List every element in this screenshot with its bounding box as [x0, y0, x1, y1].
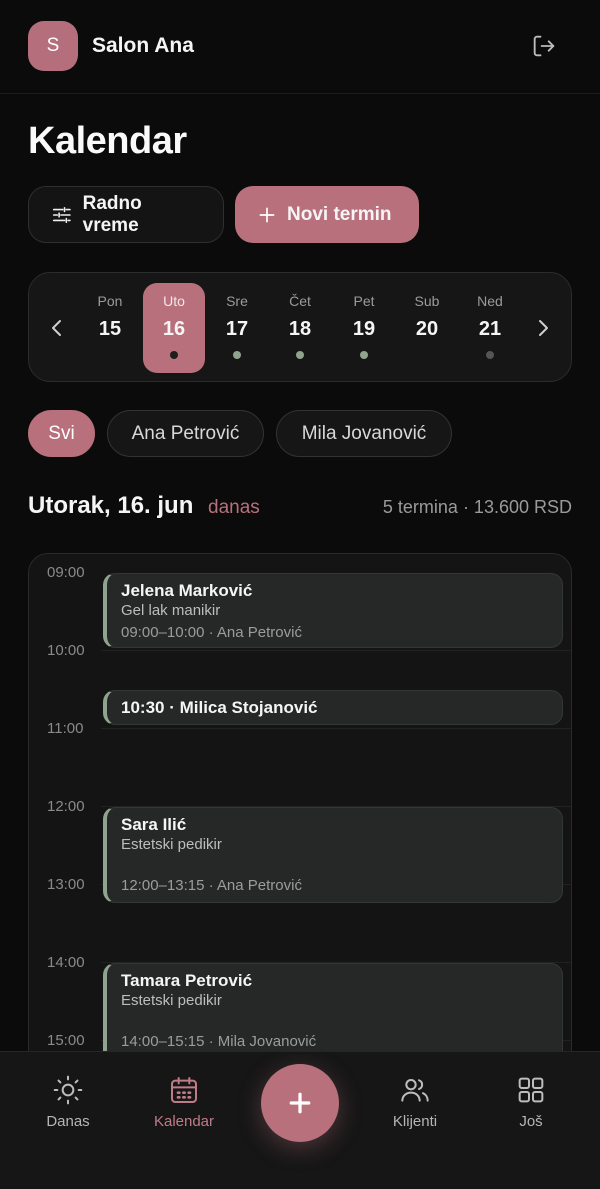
today-tag: danas [208, 497, 260, 518]
hour-label: 14:00 [47, 954, 85, 971]
appointment-card[interactable]: Sara Ilić Estetski pedikir 12:00–13:15 ·… [103, 807, 563, 903]
nav-calendar[interactable]: Kalendar [136, 1072, 232, 1130]
filter-ana-petrovic[interactable]: Ana Petrović [107, 410, 264, 457]
day-indicator [233, 351, 241, 359]
day-name: Pon [97, 293, 123, 309]
day-number: 15 [98, 318, 122, 340]
selected-day-title: Utorak, 16. jun [28, 492, 194, 519]
appointment-client: Sara Ilić [121, 815, 187, 834]
day-wed[interactable]: Sre 17 [206, 283, 268, 373]
day-sun[interactable]: Ned 21 [459, 283, 521, 373]
appointment-meta: 14:00–15:15 · Mila Jovanović [121, 1033, 317, 1050]
appointment-service: Estetski pedikir [121, 836, 222, 853]
day-number: 17 [225, 318, 249, 340]
day-tue[interactable]: Uto 16 [143, 283, 205, 373]
day-mon[interactable]: Pon 15 [79, 283, 141, 373]
day-name: Sre [226, 293, 248, 309]
new-appointment-button[interactable]: Novi termin [235, 186, 419, 243]
nav-label: Klijenti [392, 1113, 438, 1130]
day-indicator [106, 351, 114, 359]
day-thu[interactable]: Čet 18 [269, 283, 331, 373]
hour-label: 13:00 [47, 876, 85, 893]
logout-icon [533, 35, 555, 57]
nav-today[interactable]: Danas [20, 1072, 116, 1130]
users-icon [401, 1079, 429, 1102]
nav-clients[interactable]: Klijenti [367, 1072, 463, 1130]
day-summary: 5 termina · 13.600 RSD [382, 497, 572, 517]
nav-label: Kalendar [153, 1113, 215, 1130]
day-indicator [423, 351, 431, 359]
day-name: Ned [477, 293, 503, 309]
day-number: 21 [478, 318, 502, 340]
sliders-icon [52, 206, 71, 223]
day-name: Uto [163, 293, 185, 309]
hour-label: 11:00 [47, 720, 84, 737]
nav-more[interactable]: Još [483, 1072, 579, 1130]
filter-mila-jovanovic[interactable]: Mila Jovanović [276, 410, 452, 457]
hour-label: 12:00 [47, 798, 85, 815]
day-timeline[interactable]: 09:00 10:00 11:00 12:00 13:00 14:00 15:0… [28, 553, 572, 1113]
plus-icon [289, 1092, 311, 1114]
calendar-icon [171, 1077, 197, 1103]
day-indicator [360, 351, 368, 359]
day-fri[interactable]: Pet 19 [333, 283, 395, 373]
appointment-meta: 12:00–13:15 · Ana Petrović [121, 877, 302, 894]
nav-label: Još [519, 1113, 543, 1130]
avatar[interactable]: S [28, 21, 78, 71]
appointment-client: Tamara Petrović [121, 971, 253, 990]
hour-divider [101, 728, 571, 729]
day-indicator [170, 351, 178, 359]
day-number: 19 [352, 318, 376, 340]
hour-label: 15:00 [47, 1032, 85, 1049]
add-appointment-fab[interactable] [261, 1064, 339, 1142]
appointment-meta: 09:00–10:00 · Ana Petrović [121, 624, 302, 641]
working-hours-label: Radno vreme [82, 192, 142, 236]
salon-name: Salon Ana [92, 34, 194, 57]
new-appointment-label: Novi termin [287, 203, 392, 225]
logout-button[interactable] [528, 30, 560, 62]
day-name: Čet [289, 293, 311, 309]
chevron-left-icon [52, 320, 61, 336]
appointment-card[interactable]: Jelena Marković Gel lak manikir 09:00–10… [103, 573, 563, 648]
prev-week-button[interactable] [47, 317, 67, 339]
hour-divider [101, 650, 571, 651]
day-indicator [296, 351, 304, 359]
day-indicator [486, 351, 494, 359]
appointment-service: Gel lak manikir [121, 602, 221, 619]
hour-label: 10:00 [47, 642, 85, 659]
day-sat[interactable]: Sub 20 [396, 283, 458, 373]
day-number: 18 [288, 318, 312, 340]
app-header: S Salon Ana [0, 0, 600, 94]
next-week-button[interactable] [533, 317, 553, 339]
appointment-client: Jelena Marković [121, 581, 253, 600]
sun-icon [53, 1075, 83, 1105]
bottom-navigation: Danas Kalendar Klijenti Još [0, 1051, 600, 1189]
nav-label: Danas [46, 1113, 90, 1130]
page-title: Kalendar [28, 120, 187, 162]
day-name: Sub [414, 293, 440, 309]
week-picker: Pon 15 Uto 16 Sre 17 Čet 18 Pet 19 Sub 2… [28, 272, 572, 382]
hour-label: 09:00 [47, 564, 85, 581]
grid-icon [518, 1077, 544, 1103]
day-number: 16 [162, 318, 186, 340]
chevron-right-icon [539, 320, 548, 336]
appointment-client: 10:30 · Milica Stojanović [121, 698, 318, 717]
working-hours-button[interactable]: Radno vreme [28, 186, 224, 243]
day-number: 20 [415, 318, 439, 340]
plus-icon [259, 207, 275, 222]
day-name: Pet [353, 293, 375, 309]
appointment-service: Estetski pedikir [121, 992, 222, 1009]
appointment-card[interactable]: 10:30 · Milica Stojanović [103, 690, 563, 725]
filter-all[interactable]: Svi [28, 410, 95, 457]
